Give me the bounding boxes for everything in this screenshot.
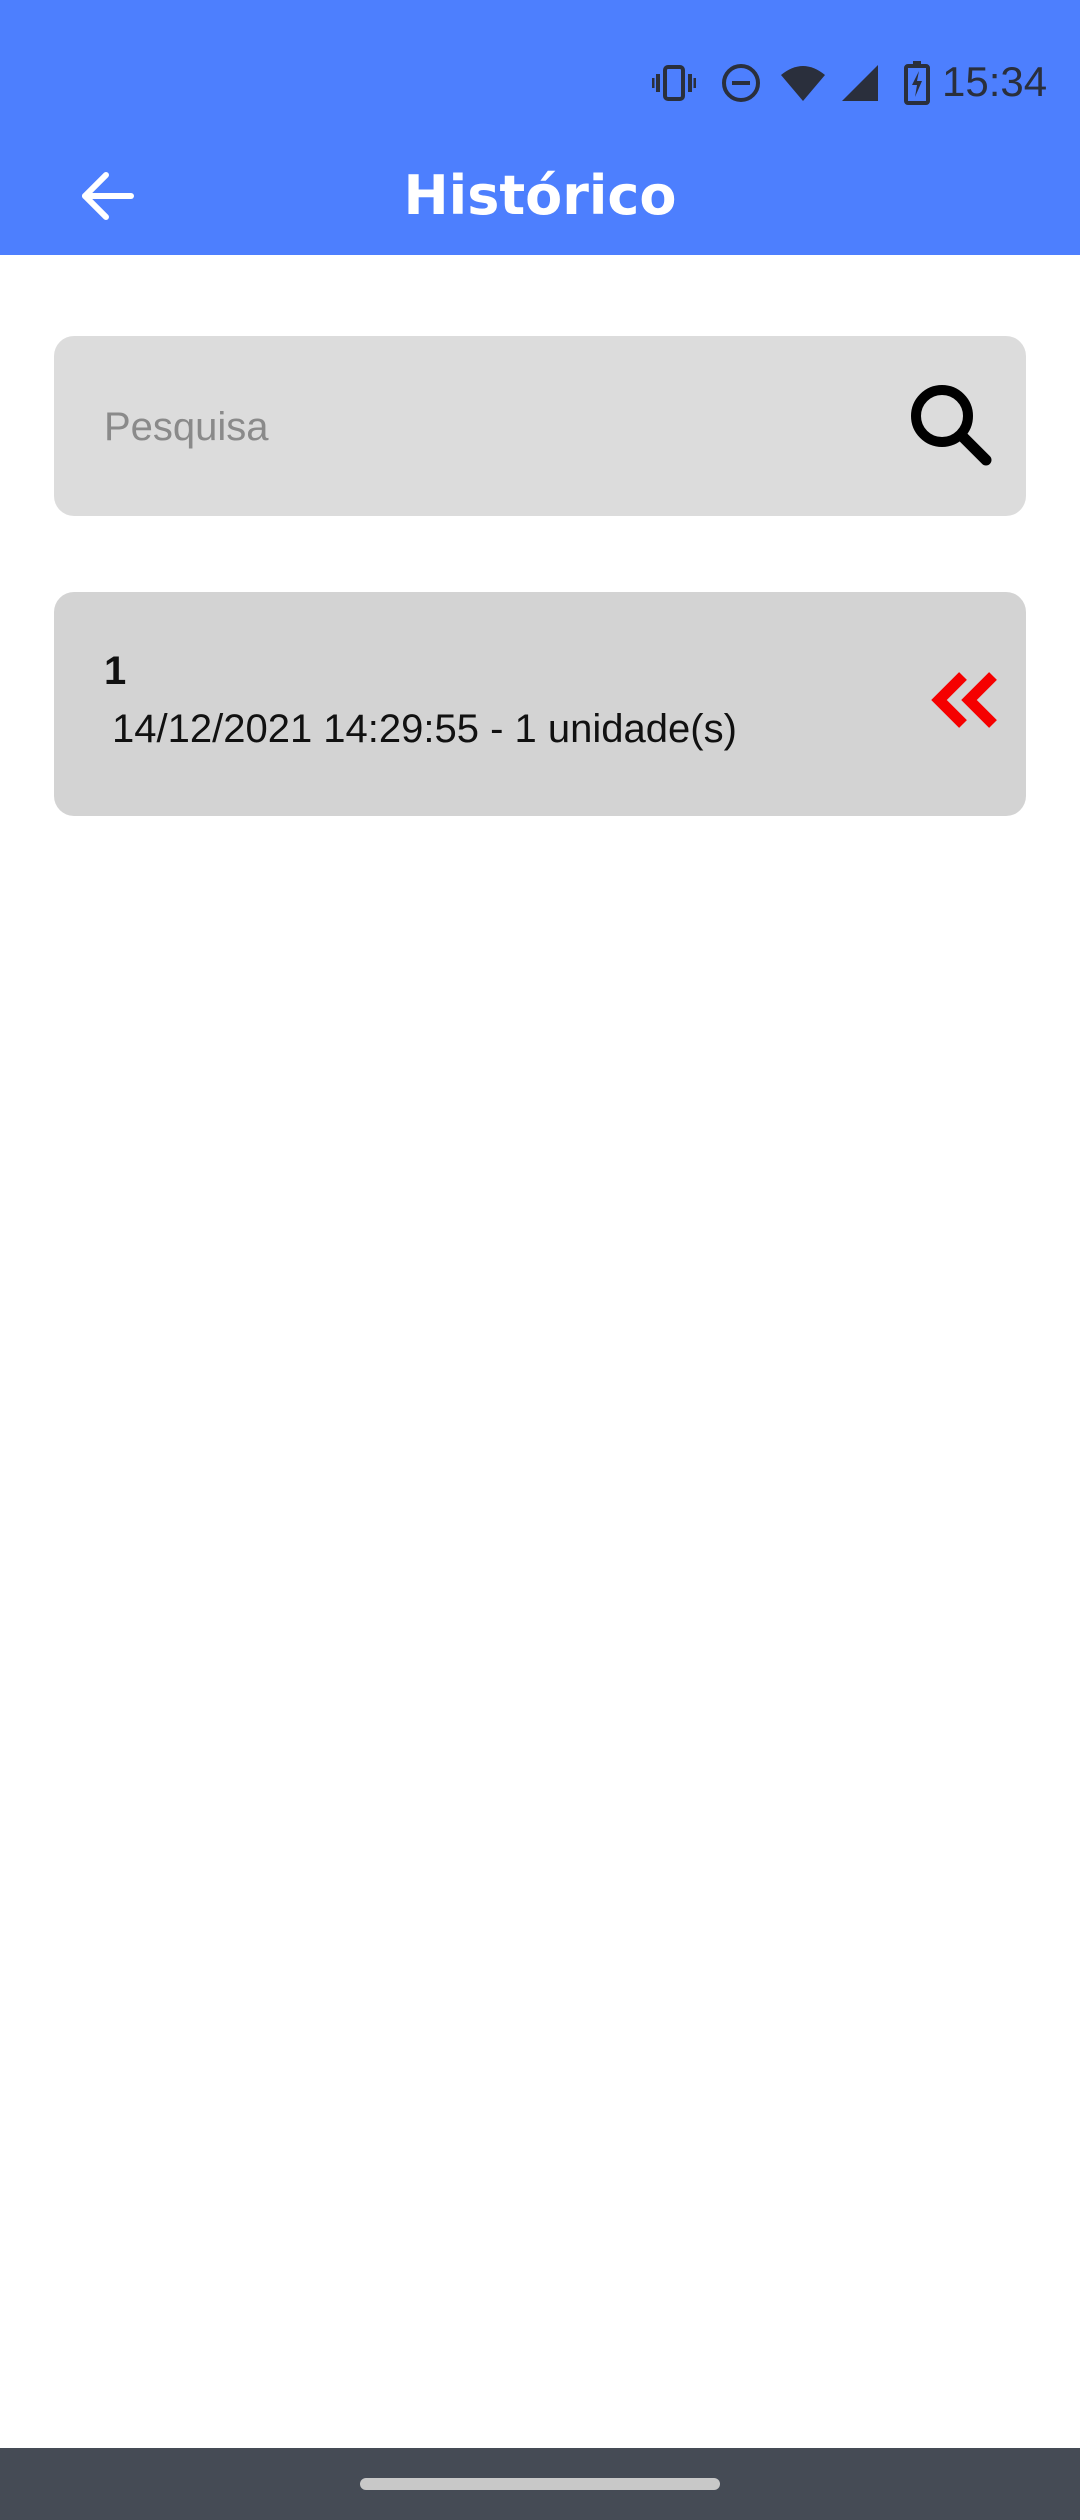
double-chevron-left-icon	[929, 670, 1003, 735]
navigation-bar	[0, 2448, 1080, 2520]
search-button[interactable]	[900, 376, 1000, 476]
status-bar: 15:34	[0, 0, 1080, 166]
do-not-disturb-icon	[716, 56, 766, 110]
cell-signal-icon	[838, 56, 882, 110]
app-header: 15:34 Histórico	[0, 0, 1080, 255]
search-icon	[906, 380, 994, 473]
vibrate-icon	[650, 56, 698, 110]
search-input[interactable]	[102, 386, 886, 468]
history-item-detail: 14/12/2021 14:29:55 - 1 unidade(s)	[112, 707, 737, 751]
wifi-icon	[778, 56, 828, 110]
history-item-action-button[interactable]	[926, 662, 1006, 742]
page-title: Histórico	[403, 164, 677, 227]
search-box	[54, 336, 1026, 516]
battery-charging-icon	[900, 56, 934, 110]
home-indicator[interactable]	[360, 2478, 720, 2490]
status-time: 15:34	[942, 58, 1048, 105]
history-list-item[interactable]: 1 14/12/2021 14:29:55 - 1 unidade(s)	[54, 592, 1026, 816]
history-item-id: 1	[104, 649, 127, 693]
